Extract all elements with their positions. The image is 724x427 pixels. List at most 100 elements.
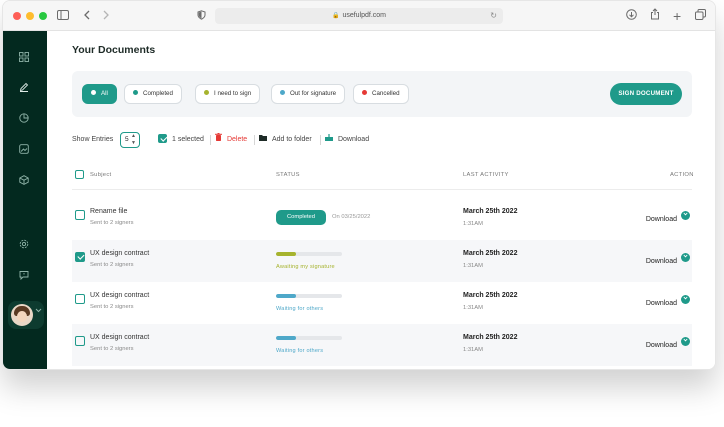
browser-window: 🔒 usefulpdf.com ↻ + Your Documents All C… <box>2 0 716 370</box>
image-icon[interactable] <box>17 144 31 158</box>
document-signers: Sent to 2 signers <box>90 262 134 268</box>
table-toolbar: Show Entries 5 ▲ ▼ 1 selected Delete Add … <box>72 132 672 148</box>
row-download-label: Download <box>645 216 677 223</box>
filter-i-need-to-sign[interactable]: I need to sign <box>195 84 261 104</box>
row-download-button[interactable]: Download <box>646 292 690 310</box>
document-title[interactable]: UX design contract <box>90 334 149 341</box>
activity-date: March 25th 2022 <box>463 250 518 257</box>
close-window-button[interactable] <box>13 12 21 20</box>
trash-icon <box>215 133 224 143</box>
download-icon[interactable] <box>626 8 637 24</box>
share-icon[interactable] <box>650 8 660 24</box>
zoom-window-button[interactable] <box>39 12 47 20</box>
checkbox-checked-icon <box>158 133 167 143</box>
chat-icon[interactable] <box>17 270 31 284</box>
status-label: Awaiting my signature <box>276 264 335 270</box>
document-title[interactable]: Rename file <box>90 208 127 215</box>
filter-label: I need to sign <box>214 90 252 97</box>
download-label: Download <box>337 136 370 143</box>
checkbox-checked-icon <box>75 251 85 262</box>
checkbox-icon <box>75 170 84 179</box>
new-tab-icon[interactable]: + <box>673 8 681 24</box>
delete-button[interactable]: Delete <box>215 132 247 148</box>
chevron-down-circle-icon <box>681 337 690 347</box>
user-menu[interactable] <box>8 301 44 329</box>
filter-bar: All Completed I need to sign Out for sig… <box>72 71 692 117</box>
row-download-label: Download <box>645 300 677 307</box>
entries-select[interactable]: 5 ▲ ▼ <box>120 132 140 148</box>
row-download-button[interactable]: Download <box>646 250 690 268</box>
selected-count: 1 selected <box>172 136 204 143</box>
reload-icon[interactable]: ↻ <box>490 8 497 24</box>
activity-time: 1:31AM <box>463 263 483 269</box>
page-title: Your Documents <box>72 44 156 56</box>
table-row[interactable]: UX design contract Sent to 2 signers Await… <box>72 240 692 282</box>
checkbox-icon <box>75 335 85 346</box>
filter-cancelled[interactable]: Cancelled <box>353 84 409 104</box>
add-to-folder-button[interactable]: Add to folder <box>259 132 312 148</box>
entries-value: 5 <box>125 136 129 143</box>
row-checkbox[interactable] <box>75 207 85 225</box>
privacy-shield-icon[interactable] <box>197 8 206 24</box>
row-checkbox[interactable] <box>75 249 85 267</box>
chevron-down-icon <box>35 308 42 315</box>
tabs-overview-icon[interactable] <box>695 8 706 24</box>
checkbox-icon <box>75 209 85 220</box>
table-row[interactable]: UX design contract Sent to 2 signers Waiti… <box>72 324 692 366</box>
toolbar-download-button[interactable]: Download <box>325 132 369 148</box>
select-all-checkbox-toolbar[interactable] <box>158 132 167 148</box>
activity-time: 1:31AM <box>463 221 483 227</box>
cube-icon[interactable] <box>17 175 31 189</box>
stepper-arrows-icon: ▲ ▼ <box>131 133 136 146</box>
document-signers: Sent to 2 signers <box>90 304 134 310</box>
forward-icon[interactable] <box>102 8 110 24</box>
row-checkbox[interactable] <box>75 291 85 309</box>
add-to-folder-label: Add to folder <box>271 136 312 143</box>
row-download-label: Download <box>645 342 677 349</box>
lock-icon: 🔒 <box>331 13 340 19</box>
status-progress-bar <box>276 252 342 256</box>
filter-completed[interactable]: Completed <box>124 84 182 104</box>
sidebar <box>3 31 47 369</box>
filter-dot <box>280 89 285 95</box>
chevron-down-circle-icon <box>681 295 690 305</box>
pen-icon[interactable] <box>17 82 31 96</box>
url-text: usefulpdf.com <box>342 12 387 19</box>
filter-all[interactable]: All <box>82 84 117 104</box>
filter-out-for-signature[interactable]: Out for signature <box>271 84 346 104</box>
pie-chart-icon[interactable] <box>17 113 31 127</box>
activity-time: 1:31AM <box>463 305 483 311</box>
address-bar[interactable]: 🔒 usefulpdf.com ↻ <box>215 8 503 24</box>
filter-label: All <box>101 90 108 97</box>
minimize-window-button[interactable] <box>26 12 34 20</box>
folder-icon <box>259 135 269 143</box>
table-row[interactable]: Rename file Sent to 2 signers Completed On … <box>72 198 692 240</box>
filter-label: Cancelled <box>372 90 400 97</box>
settings-icon[interactable] <box>17 239 31 253</box>
row-download-button[interactable]: Download <box>646 334 690 352</box>
status-badge: Completed <box>276 210 326 225</box>
row-checkbox[interactable] <box>75 333 85 351</box>
select-all-checkbox[interactable] <box>75 170 84 180</box>
header-status[interactable]: STATUS <box>276 172 300 178</box>
sign-document-button[interactable]: SIGN DOCUMENT <box>610 83 682 105</box>
filter-dot <box>133 89 138 95</box>
document-signers: Sent to 2 signers <box>90 346 134 352</box>
header-action: ACTION <box>670 172 694 178</box>
status-progress-bar <box>276 294 342 298</box>
document-title[interactable]: UX design contract <box>90 292 149 299</box>
table-header: Subject STATUS LAST ACTIVITY ACTION <box>72 168 694 190</box>
grid-icon[interactable] <box>17 52 31 66</box>
document-title[interactable]: UX design contract <box>90 250 149 257</box>
table-row[interactable]: UX design contract Sent to 2 signers Waiti… <box>72 282 692 324</box>
document-signers: Sent to 2 signers <box>90 220 134 226</box>
status-progress-bar <box>276 336 342 340</box>
row-download-button[interactable]: Download <box>646 208 690 226</box>
sidebar-toggle-icon[interactable] <box>57 8 69 24</box>
row-download-label: Download <box>645 258 677 265</box>
back-icon[interactable] <box>83 8 91 24</box>
header-last-activity[interactable]: LAST ACTIVITY <box>463 172 509 178</box>
checkbox-icon <box>75 293 85 304</box>
header-subject[interactable]: Subject <box>90 172 111 178</box>
filter-dot <box>91 89 96 95</box>
